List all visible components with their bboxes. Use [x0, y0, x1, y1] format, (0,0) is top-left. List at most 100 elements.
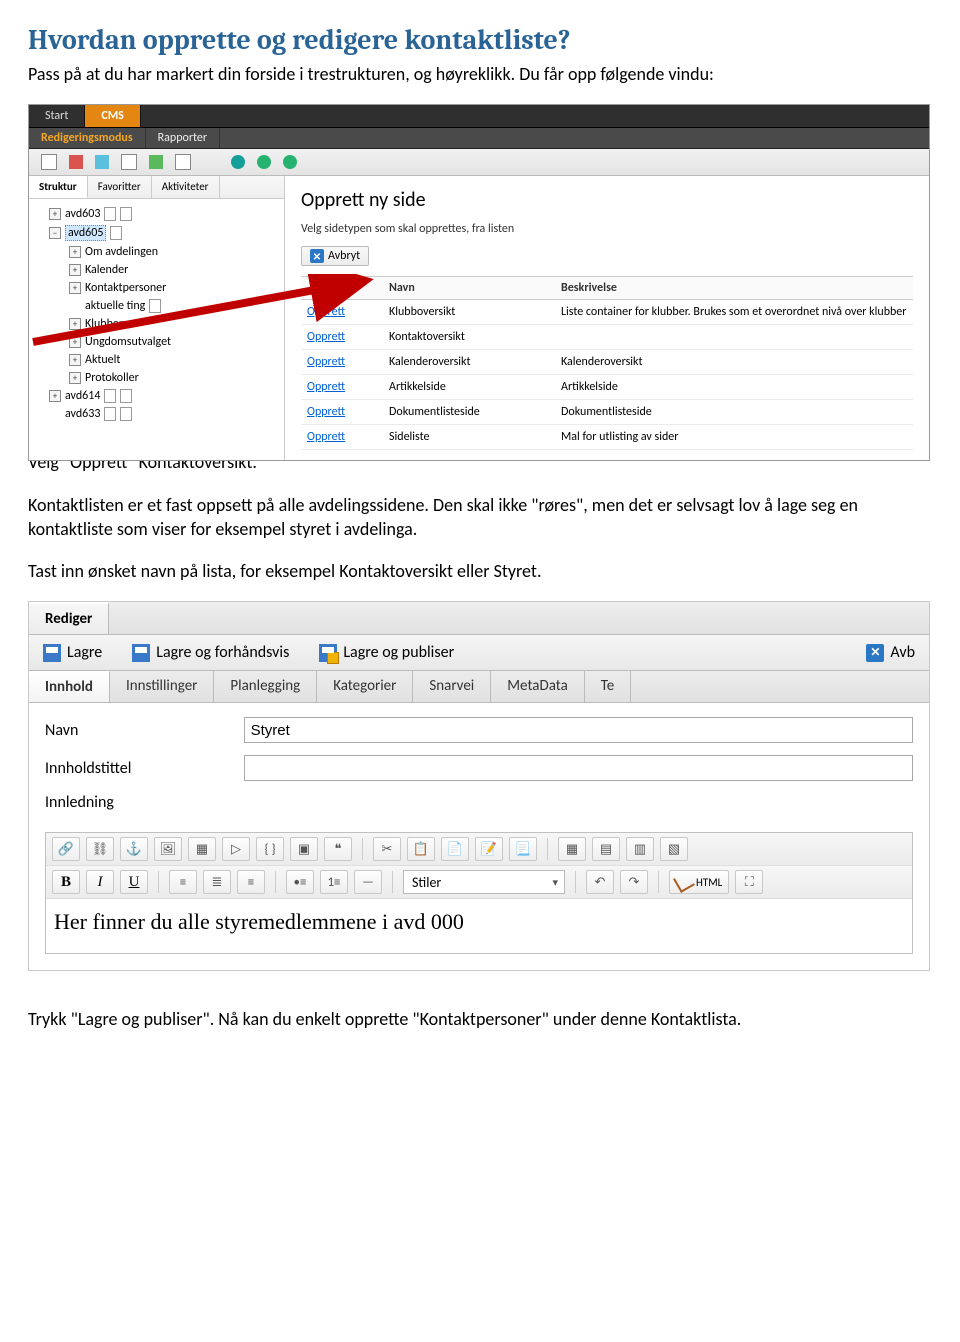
copy-icon[interactable] [121, 154, 137, 170]
tree-label: avd633 [65, 407, 100, 421]
tree-node-aktuelle-ting[interactable]: aktuelle ting [33, 297, 280, 315]
tree-node-avd605[interactable]: − avd605 [33, 223, 280, 243]
italic-button[interactable]: I [86, 870, 114, 894]
undo-icon[interactable]: ↶ [586, 870, 614, 894]
subtab-rapporter[interactable]: Rapporter [146, 128, 220, 148]
opprett-link[interactable]: Opprett [307, 405, 345, 419]
opprett-link[interactable]: Opprett [307, 430, 345, 444]
tab-rediger[interactable]: Rediger [29, 602, 109, 634]
tree-node-avd603[interactable]: + avd603 [33, 205, 280, 223]
lagre-forhandsvis-button[interactable]: Lagre og forhåndsvis [124, 639, 297, 666]
styles-select[interactable]: Stiler [403, 870, 565, 894]
opprett-link[interactable]: Opprett [307, 380, 345, 394]
tab-metadata[interactable]: MetaData [491, 671, 585, 702]
tree-node-ungdomsutvalget[interactable]: + Ungdomsutvalget [33, 333, 280, 351]
input-navn[interactable] [244, 717, 913, 743]
tree-node-kalender[interactable]: + Kalender [33, 261, 280, 279]
avbryt-button[interactable]: ✕ Avbryt [301, 246, 369, 266]
tree-tab-struktur[interactable]: Struktur [29, 176, 88, 198]
expand-icon[interactable]: + [69, 354, 81, 366]
paste-icon[interactable] [149, 155, 163, 169]
tab-cms[interactable]: CMS [85, 105, 141, 127]
cut-icon[interactable] [95, 155, 109, 169]
tab-start[interactable]: Start [29, 105, 85, 127]
lagre-publiser-label: Lagre og publiser [343, 643, 454, 662]
underline-button[interactable]: U [120, 870, 148, 894]
copy-icon[interactable]: 📋 [407, 837, 435, 861]
media-icon[interactable]: ▦ [188, 837, 216, 861]
expand-icon[interactable]: + [69, 336, 81, 348]
opprett-link[interactable]: Opprett [307, 355, 345, 369]
tab-planlegging[interactable]: Planlegging [214, 671, 317, 702]
expand-icon[interactable]: + [69, 372, 81, 384]
tree-node-avd614[interactable]: + avd614 [33, 387, 280, 405]
expand-icon[interactable]: + [69, 264, 81, 276]
opprett-link[interactable]: Opprett [307, 305, 345, 319]
tree-node-aktuelt[interactable]: + Aktuelt [33, 351, 280, 369]
table-icon[interactable]: ▦ [558, 837, 586, 861]
tree-label: Kalender [85, 263, 128, 277]
opprett-link[interactable]: Opprett [307, 330, 345, 344]
globe-icon-3[interactable] [283, 155, 297, 169]
tree-node-avd633[interactable]: avd633 [33, 405, 280, 423]
misc-icon[interactable] [175, 154, 191, 170]
bullet-list-icon[interactable]: •≡ [286, 870, 314, 894]
cut-icon[interactable]: ✂ [373, 837, 401, 861]
tree-node-protokoller[interactable]: + Protokoller [33, 369, 280, 387]
close-icon: ✕ [866, 644, 884, 662]
new-page-icon[interactable] [41, 154, 57, 170]
hr-icon[interactable]: — [354, 870, 382, 894]
tree-node-kontaktpersoner[interactable]: + Kontaktpersoner [33, 279, 280, 297]
anchor-icon[interactable]: ⚓ [120, 837, 148, 861]
tab-te[interactable]: Te [585, 671, 631, 702]
row-del-icon[interactable]: ▥ [626, 837, 654, 861]
tab-snarvei[interactable]: Snarvei [413, 671, 491, 702]
delete-icon[interactable] [69, 155, 83, 169]
unlink-icon[interactable]: ⛓ [86, 837, 114, 861]
lagre-button[interactable]: Lagre [35, 639, 110, 666]
gallery-icon[interactable]: ▣ [290, 837, 318, 861]
expand-icon[interactable]: + [69, 282, 81, 294]
tree-tab-favoritter[interactable]: Favoritter [88, 176, 152, 198]
table-row: Opprett Klubboversikt Liste container fo… [301, 300, 913, 325]
image-icon[interactable]: 🖼 [154, 837, 182, 861]
link-icon[interactable]: 🔗 [52, 837, 80, 861]
input-innholdstittel[interactable] [244, 755, 913, 781]
tree-tab-aktiviteter[interactable]: Aktiviteter [152, 176, 220, 198]
save-publish-icon [319, 644, 337, 662]
paste-word-icon[interactable]: 📃 [509, 837, 537, 861]
globe-icon-2[interactable] [257, 155, 271, 169]
collapse-icon[interactable]: − [49, 227, 61, 239]
fullscreen-icon[interactable]: ⛶ [735, 870, 763, 894]
align-center-icon[interactable]: ≣ [203, 870, 231, 894]
bold-button[interactable]: B [52, 870, 80, 894]
expand-icon[interactable]: + [49, 390, 61, 402]
expand-icon[interactable]: + [69, 246, 81, 258]
numbered-list-icon[interactable]: 1≡ [320, 870, 348, 894]
subtab-redigeringsmodus[interactable]: Redigeringsmodus [29, 128, 146, 148]
col-icon[interactable]: ▧ [660, 837, 688, 861]
paste-text-icon[interactable]: 📝 [475, 837, 503, 861]
redo-icon[interactable]: ↷ [620, 870, 648, 894]
opprett-sub: Velg sidetypen som skal opprettes, fra l… [301, 222, 913, 236]
expand-icon[interactable]: + [69, 318, 81, 330]
align-left-icon[interactable]: ≡ [169, 870, 197, 894]
row-add-icon[interactable]: ▤ [592, 837, 620, 861]
align-right-icon[interactable]: ≡ [237, 870, 265, 894]
tree-node-om-avdelingen[interactable]: + Om avdelingen [33, 243, 280, 261]
tree-node-klubber[interactable]: + Klubber [33, 315, 280, 333]
html-button[interactable]: HTML [669, 870, 729, 894]
avb-label: Avb [890, 643, 915, 662]
rte-content-area[interactable]: Her finner du alle styremedlemmene i avd… [46, 899, 912, 953]
tab-innhold[interactable]: Innhold [29, 671, 110, 702]
paste-icon[interactable]: 📄 [441, 837, 469, 861]
code-icon[interactable]: { } [256, 837, 284, 861]
lagre-publiser-button[interactable]: Lagre og publiser [311, 639, 462, 666]
avbryt-button[interactable]: ✕ Avb [858, 639, 923, 666]
globe-icon-1[interactable] [231, 155, 245, 169]
expand-icon[interactable]: + [49, 208, 61, 220]
tab-innstillinger[interactable]: Innstillinger [110, 671, 214, 702]
tab-kategorier[interactable]: Kategorier [317, 671, 413, 702]
quote-icon[interactable]: ❝ [324, 837, 352, 861]
embed-icon[interactable]: ▷ [222, 837, 250, 861]
